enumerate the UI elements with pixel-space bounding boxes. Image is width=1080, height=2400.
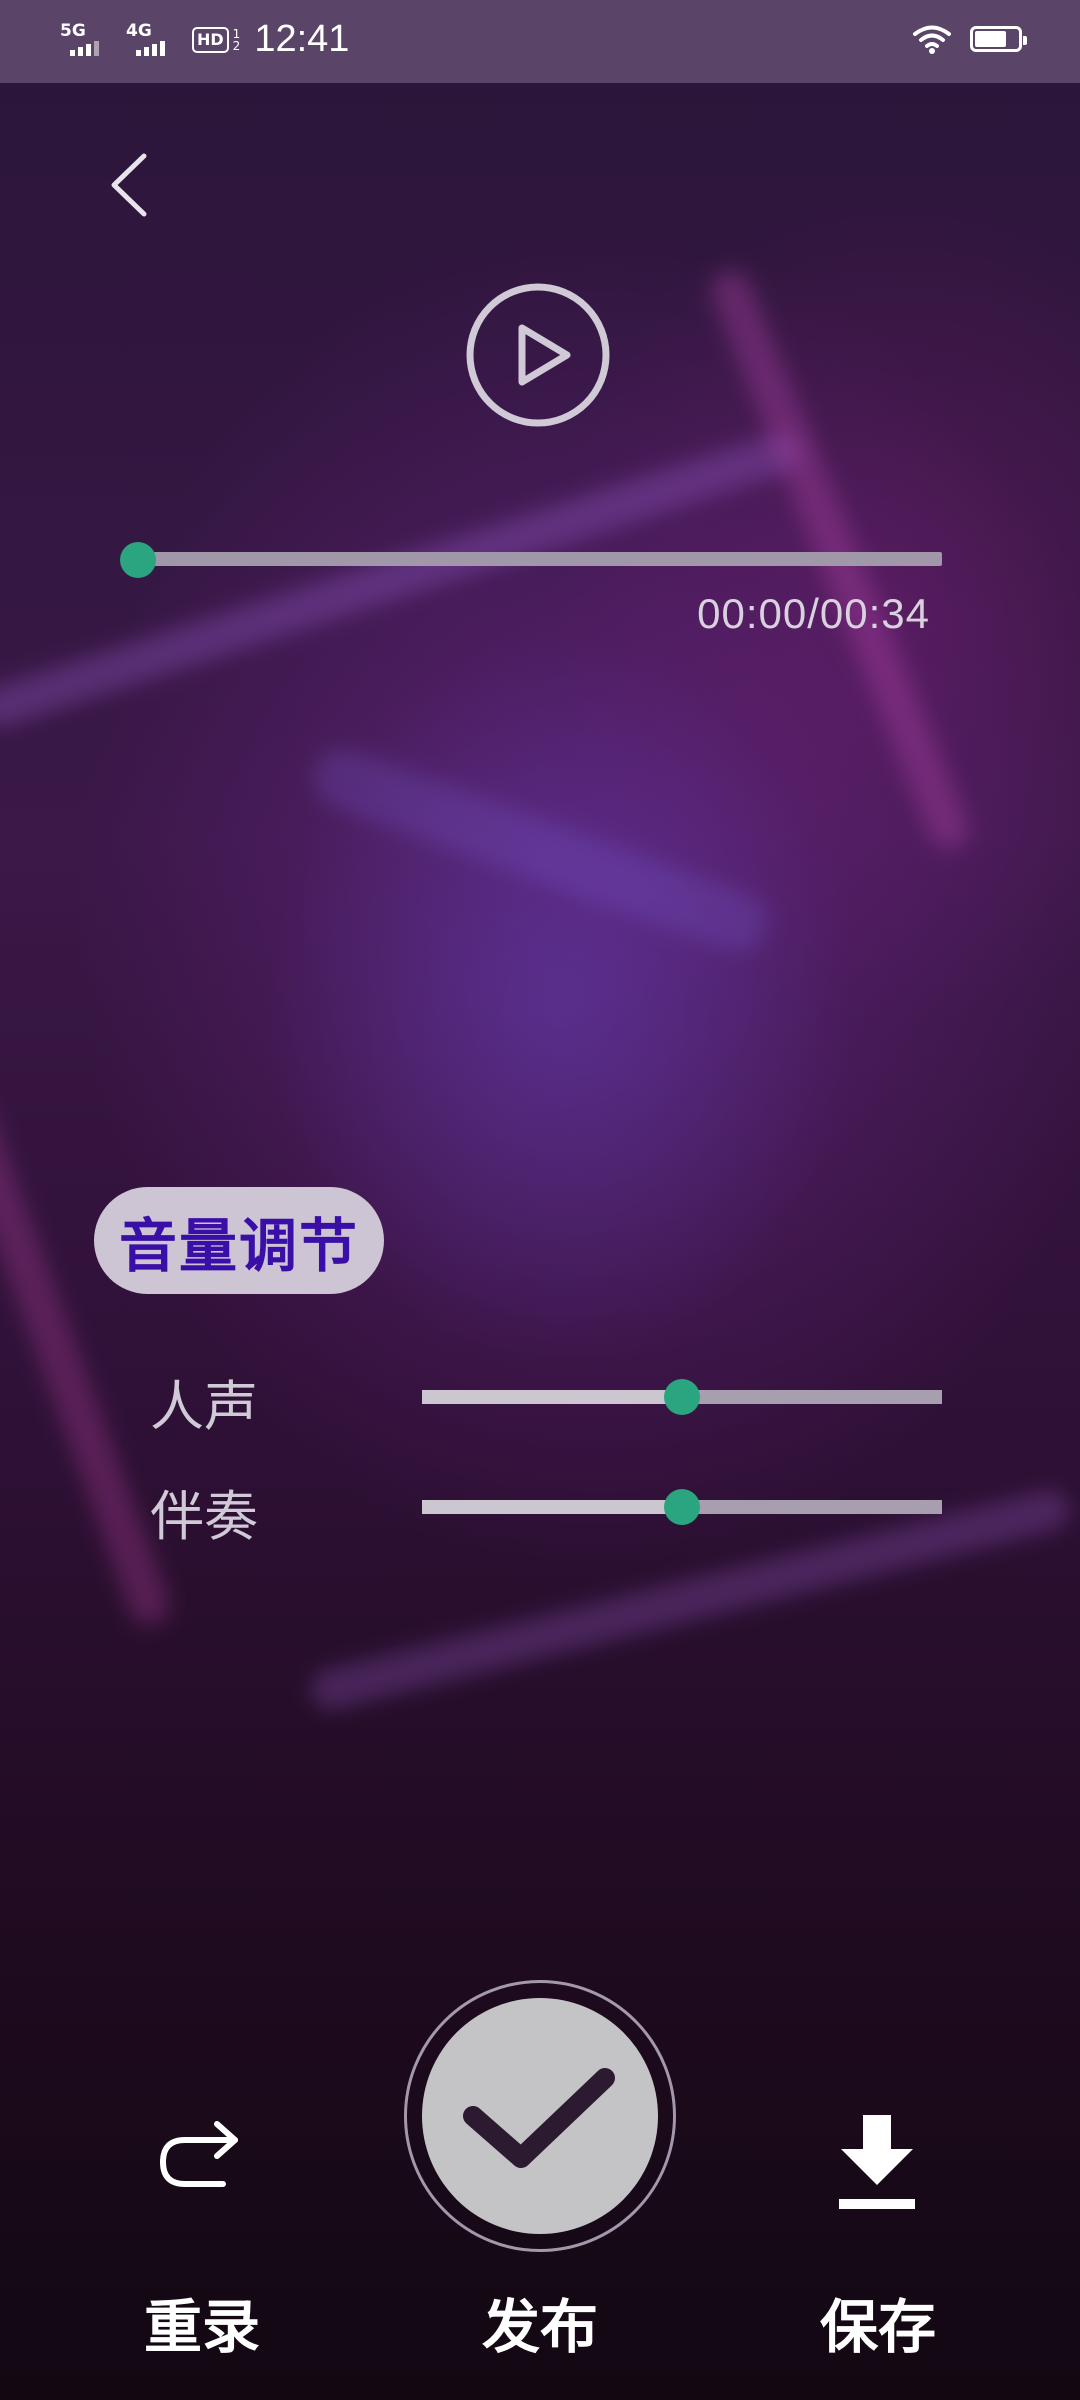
vocals-volume-slider[interactable]	[422, 1379, 942, 1415]
signal-bars-icon	[70, 40, 99, 56]
vocals-thumb[interactable]	[664, 1379, 700, 1415]
publish-button[interactable]	[422, 1998, 658, 2234]
progress-track	[138, 552, 942, 566]
publish-button-label[interactable]: 发布	[440, 2280, 640, 2364]
play-icon[interactable]	[465, 282, 611, 428]
vocals-fill	[422, 1390, 682, 1404]
progress-thumb[interactable]	[120, 542, 156, 578]
redo-icon[interactable]	[155, 2118, 245, 2198]
accompaniment-thumb[interactable]	[664, 1489, 700, 1525]
chevron-left-icon[interactable]	[100, 150, 160, 220]
playback-progress-slider[interactable]	[120, 542, 942, 578]
sim2-signal: 4G	[126, 23, 182, 56]
playback-timecode: 00:00/00:34	[697, 590, 930, 637]
signal-bars-icon	[136, 40, 165, 56]
volume-adjust-title: 音量调节	[94, 1187, 384, 1294]
check-icon	[463, 2068, 615, 2168]
battery-fill	[975, 31, 1006, 47]
status-right	[912, 24, 1027, 54]
download-icon[interactable]	[835, 2115, 919, 2211]
sim1-label: 5G	[60, 21, 86, 41]
status-bar: 5G 4G HD 1 2 12:41	[0, 0, 1080, 83]
hd-sim-index: 1 2	[233, 28, 241, 52]
accompaniment-fill	[422, 1500, 682, 1514]
hd-voice-icon: HD	[192, 26, 229, 53]
battery-nub	[1023, 36, 1027, 45]
save-button-label[interactable]: 保存	[778, 2280, 978, 2364]
hd-sub-2: 2	[232, 38, 241, 53]
sim1-signal: 5G	[60, 23, 116, 56]
battery-icon	[970, 26, 1027, 52]
hd-sub-1: 1	[232, 26, 241, 41]
accompaniment-volume-slider[interactable]	[422, 1489, 942, 1525]
accompaniment-label: 伴奏	[150, 1485, 258, 1548]
clock: 12:41	[254, 18, 350, 60]
status-left: 5G 4G HD 1 2 12:41	[60, 18, 349, 61]
rerecord-button-label[interactable]: 重录	[102, 2280, 302, 2364]
vocals-label: 人声	[150, 1375, 258, 1438]
sim2-label: 4G	[126, 21, 152, 41]
wifi-icon	[913, 25, 951, 54]
